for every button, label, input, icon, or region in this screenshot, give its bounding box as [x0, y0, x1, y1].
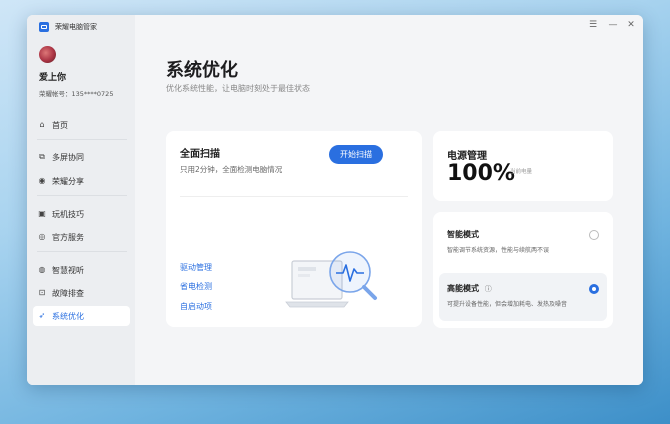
tips-icon: ▣	[38, 209, 46, 218]
sidebar-item-service[interactable]: ◎ 官方服务	[33, 227, 130, 247]
sidebar: 荣耀电脑管家 爱上你 荣耀帐号：135****0725 ⌂ 首页 ⧉ 多屏协同 …	[27, 15, 135, 385]
share-icon: ◉	[38, 176, 46, 185]
scan-card: 全面扫描 只用2分钟，全面检测电脑情况 开始扫描 驱动管理 省电检测 自启动项	[166, 131, 422, 327]
user-account: 荣耀帐号：135****0725	[39, 90, 114, 98]
rocket-icon: ➶	[38, 311, 46, 320]
mode-card: 智能模式 智能调节系统资源，性能与续航两不误 高能模式 ⓘ 可提升设备性能，但会…	[433, 212, 613, 328]
minimize-icon[interactable]: —	[607, 20, 619, 30]
audio-visual-icon: ◍	[38, 265, 46, 274]
power-saving-check-link[interactable]: 省电检测	[180, 281, 212, 292]
sidebar-item-audio-visual[interactable]: ◍ 智慧视听	[33, 260, 130, 280]
multiscreen-icon: ⧉	[39, 152, 45, 161]
sidebar-item-troubleshoot[interactable]: ⊡ 故障排查	[33, 283, 130, 303]
power-title: 电源管理	[447, 151, 487, 162]
scan-divider	[180, 196, 408, 197]
high-performance-radio[interactable]	[589, 284, 599, 294]
power-card: 电源管理 100% 当前电量	[433, 131, 613, 201]
sidebar-item-label: 荣耀分享	[52, 176, 84, 186]
service-icon: ◎	[38, 232, 46, 241]
sidebar-item-home[interactable]: ⌂ 首页	[33, 115, 130, 135]
sidebar-item-tips[interactable]: ▣ 玩机技巧	[33, 204, 130, 224]
menu-icon[interactable]: ☰	[587, 20, 599, 30]
app-logo-icon	[39, 22, 49, 32]
high-performance-mode-option[interactable]: 高能模式 ⓘ 可提升设备性能，但会增加耗电、发热及噪音	[439, 273, 607, 321]
high-performance-title-row: 高能模式 ⓘ	[447, 283, 492, 294]
sidebar-item-label: 首页	[52, 120, 68, 130]
battery-level: 100%	[447, 161, 515, 186]
home-icon: ⌂	[39, 120, 45, 129]
sidebar-divider	[37, 251, 127, 252]
sidebar-item-label: 多屏协同	[52, 152, 84, 162]
troubleshoot-icon: ⊡	[38, 288, 46, 297]
start-scan-button[interactable]: 开始扫描	[329, 145, 383, 164]
sidebar-item-label: 智慧视听	[52, 265, 84, 275]
sidebar-item-multiscreen[interactable]: ⧉ 多屏协同	[33, 147, 130, 167]
app-title: 荣耀电脑管家	[55, 23, 97, 31]
app-title-bar: 荣耀电脑管家	[39, 22, 97, 32]
page-subtitle: 优化系统性能，让电脑时刻处于最佳状态	[166, 84, 310, 93]
sidebar-item-label: 玩机技巧	[52, 209, 84, 219]
smart-mode-option[interactable]: 智能模式 智能调节系统资源，性能与续航两不误	[439, 218, 607, 264]
sidebar-item-label: 系统优化	[52, 311, 84, 321]
user-name: 爱上你	[39, 73, 67, 83]
sidebar-item-share[interactable]: ◉ 荣耀分享	[33, 171, 130, 191]
startup-items-link[interactable]: 自启动项	[180, 301, 212, 312]
info-icon[interactable]: ⓘ	[485, 285, 492, 293]
sidebar-divider	[37, 139, 127, 140]
high-performance-desc: 可提升设备性能，但会增加耗电、发热及噪音	[447, 301, 568, 308]
sidebar-item-optimize[interactable]: ➶ 系统优化	[33, 306, 130, 326]
smart-mode-title: 智能模式	[447, 230, 479, 239]
sidebar-item-label: 故障排查	[52, 288, 84, 298]
app-window: 荣耀电脑管家 爱上你 荣耀帐号：135****0725 ⌂ 首页 ⧉ 多屏协同 …	[27, 15, 643, 385]
smart-mode-radio[interactable]	[589, 230, 599, 240]
scan-subtitle: 只用2分钟，全面检测电脑情况	[180, 165, 283, 174]
scan-title: 全面扫描	[180, 149, 220, 160]
sidebar-item-label: 官方服务	[52, 232, 84, 242]
battery-caption: 当前电量	[510, 169, 533, 175]
laptop-magnifier-icon	[285, 251, 377, 308]
main-panel: ☰ — ✕ 系统优化 优化系统性能，让电脑时刻处于最佳状态 全面扫描 只用2分钟…	[135, 15, 643, 385]
smart-mode-desc: 智能调节系统资源，性能与续航两不误	[447, 247, 550, 254]
high-performance-title: 高能模式	[447, 284, 479, 293]
close-icon[interactable]: ✕	[625, 20, 637, 30]
avatar[interactable]	[39, 46, 56, 63]
sidebar-divider	[37, 195, 127, 196]
driver-management-link[interactable]: 驱动管理	[180, 262, 212, 273]
page-title: 系统优化	[166, 60, 238, 81]
